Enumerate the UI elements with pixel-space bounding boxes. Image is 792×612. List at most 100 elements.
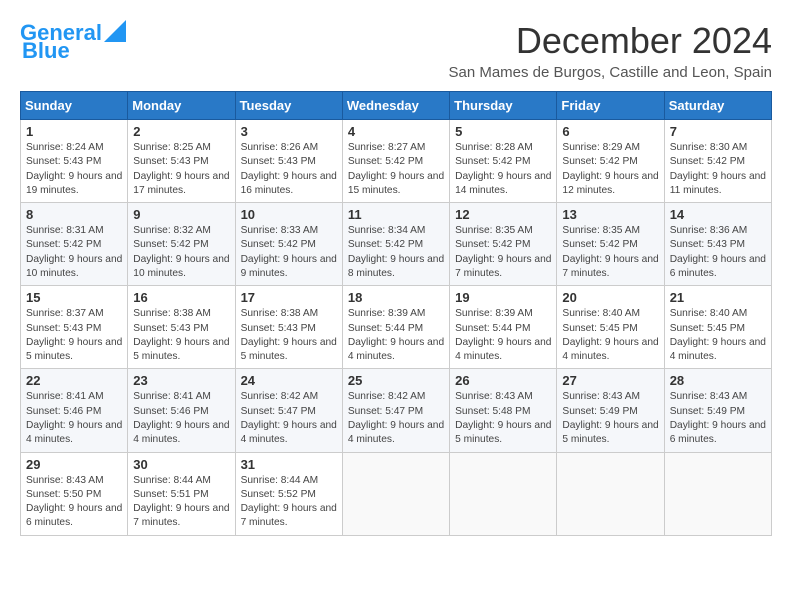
cell-info: Sunrise: 8:24 AMSunset: 5:43 PMDaylight:… — [26, 142, 122, 196]
calendar-cell: 22 Sunrise: 8:41 AMSunset: 5:46 PMDaylig… — [21, 369, 128, 452]
day-number: 14 — [670, 207, 766, 222]
day-number: 13 — [562, 207, 658, 222]
cell-info: Sunrise: 8:38 AMSunset: 5:43 PMDaylight:… — [133, 308, 229, 362]
day-number: 8 — [26, 207, 122, 222]
calendar-cell: 26 Sunrise: 8:43 AMSunset: 5:48 PMDaylig… — [450, 369, 557, 452]
calendar-cell: 4 Sunrise: 8:27 AMSunset: 5:42 PMDayligh… — [342, 120, 449, 203]
col-header-sunday: Sunday — [21, 92, 128, 120]
calendar-cell: 20 Sunrise: 8:40 AMSunset: 5:45 PMDaylig… — [557, 286, 664, 369]
day-number: 5 — [455, 124, 551, 139]
calendar-cell: 28 Sunrise: 8:43 AMSunset: 5:49 PMDaylig… — [664, 369, 771, 452]
cell-info: Sunrise: 8:32 AMSunset: 5:42 PMDaylight:… — [133, 225, 229, 279]
cell-info: Sunrise: 8:35 AMSunset: 5:42 PMDaylight:… — [455, 225, 551, 279]
day-number: 30 — [133, 457, 229, 472]
day-number: 29 — [26, 457, 122, 472]
day-number: 11 — [348, 207, 444, 222]
calendar-cell: 16 Sunrise: 8:38 AMSunset: 5:43 PMDaylig… — [128, 286, 235, 369]
calendar-cell: 7 Sunrise: 8:30 AMSunset: 5:42 PMDayligh… — [664, 120, 771, 203]
cell-info: Sunrise: 8:43 AMSunset: 5:50 PMDaylight:… — [26, 475, 122, 529]
cell-info: Sunrise: 8:27 AMSunset: 5:42 PMDaylight:… — [348, 142, 444, 196]
day-number: 12 — [455, 207, 551, 222]
cell-info: Sunrise: 8:39 AMSunset: 5:44 PMDaylight:… — [348, 308, 444, 362]
cell-info: Sunrise: 8:42 AMSunset: 5:47 PMDaylight:… — [241, 391, 337, 445]
day-number: 9 — [133, 207, 229, 222]
cell-info: Sunrise: 8:40 AMSunset: 5:45 PMDaylight:… — [670, 308, 766, 362]
cell-info: Sunrise: 8:41 AMSunset: 5:46 PMDaylight:… — [26, 391, 122, 445]
logo-icon — [104, 20, 126, 42]
calendar-cell: 10 Sunrise: 8:33 AMSunset: 5:42 PMDaylig… — [235, 203, 342, 286]
cell-info: Sunrise: 8:43 AMSunset: 5:49 PMDaylight:… — [562, 391, 658, 445]
day-number: 20 — [562, 290, 658, 305]
calendar-cell: 29 Sunrise: 8:43 AMSunset: 5:50 PMDaylig… — [21, 452, 128, 535]
calendar-week-row: 1 Sunrise: 8:24 AMSunset: 5:43 PMDayligh… — [21, 120, 772, 203]
calendar-cell: 14 Sunrise: 8:36 AMSunset: 5:43 PMDaylig… — [664, 203, 771, 286]
cell-info: Sunrise: 8:34 AMSunset: 5:42 PMDaylight:… — [348, 225, 444, 279]
cell-info: Sunrise: 8:26 AMSunset: 5:43 PMDaylight:… — [241, 142, 337, 196]
calendar-cell: 19 Sunrise: 8:39 AMSunset: 5:44 PMDaylig… — [450, 286, 557, 369]
calendar-cell: 27 Sunrise: 8:43 AMSunset: 5:49 PMDaylig… — [557, 369, 664, 452]
day-number: 31 — [241, 457, 337, 472]
cell-info: Sunrise: 8:38 AMSunset: 5:43 PMDaylight:… — [241, 308, 337, 362]
logo: General Blue — [20, 20, 126, 63]
day-number: 21 — [670, 290, 766, 305]
day-number: 16 — [133, 290, 229, 305]
calendar-week-row: 8 Sunrise: 8:31 AMSunset: 5:42 PMDayligh… — [21, 203, 772, 286]
cell-info: Sunrise: 8:35 AMSunset: 5:42 PMDaylight:… — [562, 225, 658, 279]
cell-info: Sunrise: 8:40 AMSunset: 5:45 PMDaylight:… — [562, 308, 658, 362]
cell-info: Sunrise: 8:33 AMSunset: 5:42 PMDaylight:… — [241, 225, 337, 279]
calendar-cell: 2 Sunrise: 8:25 AMSunset: 5:43 PMDayligh… — [128, 120, 235, 203]
calendar-week-row: 15 Sunrise: 8:37 AMSunset: 5:43 PMDaylig… — [21, 286, 772, 369]
col-header-friday: Friday — [557, 92, 664, 120]
day-number: 10 — [241, 207, 337, 222]
cell-info: Sunrise: 8:36 AMSunset: 5:43 PMDaylight:… — [670, 225, 766, 279]
title-area: December 2024 San Mames de Burgos, Casti… — [448, 20, 772, 81]
col-header-saturday: Saturday — [664, 92, 771, 120]
calendar-cell: 13 Sunrise: 8:35 AMSunset: 5:42 PMDaylig… — [557, 203, 664, 286]
day-number: 4 — [348, 124, 444, 139]
cell-info: Sunrise: 8:43 AMSunset: 5:48 PMDaylight:… — [455, 391, 551, 445]
cell-info: Sunrise: 8:29 AMSunset: 5:42 PMDaylight:… — [562, 142, 658, 196]
cell-info: Sunrise: 8:30 AMSunset: 5:42 PMDaylight:… — [670, 142, 766, 196]
logo-blue: Blue — [22, 38, 70, 63]
day-number: 2 — [133, 124, 229, 139]
cell-info: Sunrise: 8:42 AMSunset: 5:47 PMDaylight:… — [348, 391, 444, 445]
calendar-cell — [450, 452, 557, 535]
day-number: 24 — [241, 373, 337, 388]
day-number: 15 — [26, 290, 122, 305]
calendar: SundayMondayTuesdayWednesdayThursdayFrid… — [20, 91, 772, 536]
location: San Mames de Burgos, Castille and Leon, … — [448, 64, 772, 81]
cell-info: Sunrise: 8:44 AMSunset: 5:51 PMDaylight:… — [133, 475, 229, 529]
cell-info: Sunrise: 8:28 AMSunset: 5:42 PMDaylight:… — [455, 142, 551, 196]
day-number: 6 — [562, 124, 658, 139]
cell-info: Sunrise: 8:41 AMSunset: 5:46 PMDaylight:… — [133, 391, 229, 445]
col-header-thursday: Thursday — [450, 92, 557, 120]
calendar-cell: 3 Sunrise: 8:26 AMSunset: 5:43 PMDayligh… — [235, 120, 342, 203]
calendar-cell: 31 Sunrise: 8:44 AMSunset: 5:52 PMDaylig… — [235, 452, 342, 535]
col-header-monday: Monday — [128, 92, 235, 120]
day-number: 27 — [562, 373, 658, 388]
cell-info: Sunrise: 8:44 AMSunset: 5:52 PMDaylight:… — [241, 475, 337, 529]
day-number: 25 — [348, 373, 444, 388]
header: General Blue December 2024 San Mames de … — [20, 20, 772, 81]
calendar-cell: 30 Sunrise: 8:44 AMSunset: 5:51 PMDaylig… — [128, 452, 235, 535]
col-header-tuesday: Tuesday — [235, 92, 342, 120]
calendar-cell: 11 Sunrise: 8:34 AMSunset: 5:42 PMDaylig… — [342, 203, 449, 286]
calendar-cell: 6 Sunrise: 8:29 AMSunset: 5:42 PMDayligh… — [557, 120, 664, 203]
calendar-cell: 23 Sunrise: 8:41 AMSunset: 5:46 PMDaylig… — [128, 369, 235, 452]
cell-info: Sunrise: 8:25 AMSunset: 5:43 PMDaylight:… — [133, 142, 229, 196]
day-number: 26 — [455, 373, 551, 388]
calendar-cell: 1 Sunrise: 8:24 AMSunset: 5:43 PMDayligh… — [21, 120, 128, 203]
calendar-cell: 17 Sunrise: 8:38 AMSunset: 5:43 PMDaylig… — [235, 286, 342, 369]
day-number: 22 — [26, 373, 122, 388]
day-number: 19 — [455, 290, 551, 305]
calendar-cell: 15 Sunrise: 8:37 AMSunset: 5:43 PMDaylig… — [21, 286, 128, 369]
day-number: 23 — [133, 373, 229, 388]
calendar-cell — [342, 452, 449, 535]
day-number: 17 — [241, 290, 337, 305]
calendar-header-row: SundayMondayTuesdayWednesdayThursdayFrid… — [21, 92, 772, 120]
cell-info: Sunrise: 8:37 AMSunset: 5:43 PMDaylight:… — [26, 308, 122, 362]
day-number: 1 — [26, 124, 122, 139]
cell-info: Sunrise: 8:31 AMSunset: 5:42 PMDaylight:… — [26, 225, 122, 279]
cell-info: Sunrise: 8:39 AMSunset: 5:44 PMDaylight:… — [455, 308, 551, 362]
calendar-cell: 9 Sunrise: 8:32 AMSunset: 5:42 PMDayligh… — [128, 203, 235, 286]
